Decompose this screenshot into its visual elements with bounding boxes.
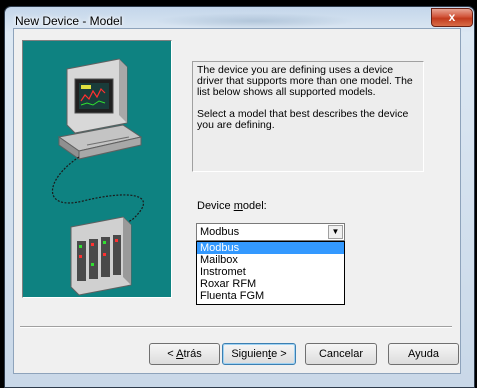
- rack-device-icon: [70, 216, 132, 296]
- button-separator: [20, 326, 452, 328]
- description-box: The device you are defining uses a devic…: [192, 61, 424, 172]
- close-button[interactable]: x: [431, 8, 473, 27]
- dropdown-option-roxar-rfm[interactable]: Roxar RFM: [197, 278, 344, 290]
- next-button[interactable]: Siguiente >: [222, 343, 296, 365]
- close-icon: x: [448, 10, 456, 24]
- description-paragraph-1: The device you are defining uses a devic…: [197, 64, 413, 98]
- dropdown-option-instromet[interactable]: Instromet: [197, 266, 344, 278]
- device-model-combobox[interactable]: Modbus ▼: [196, 223, 345, 241]
- window-title: New Device - Model: [15, 14, 123, 28]
- cancel-button[interactable]: Cancelar: [305, 343, 377, 365]
- chevron-down-icon[interactable]: ▼: [328, 225, 343, 239]
- help-button[interactable]: Ayuda: [388, 343, 459, 365]
- device-model-selected-value: Modbus: [200, 226, 240, 238]
- device-illustration: [22, 40, 172, 298]
- dropdown-option-fluenta-fgm[interactable]: Fluenta FGM: [197, 290, 344, 302]
- description-paragraph-2: Select a model that best describes the d…: [197, 108, 409, 131]
- back-button[interactable]: < Atrás: [149, 343, 220, 365]
- monitor-icon: [66, 58, 128, 134]
- computer-and-device-illustration: [51, 58, 145, 296]
- computer-base-icon: [57, 124, 143, 160]
- device-model-label: Device model:: [197, 200, 267, 212]
- dropdown-option-modbus[interactable]: Modbus: [197, 242, 344, 254]
- device-model-dropdown-list[interactable]: Modbus Mailbox Instromet Roxar RFM Fluen…: [196, 241, 345, 305]
- dropdown-option-mailbox[interactable]: Mailbox: [197, 254, 344, 266]
- title-glow: [155, 13, 355, 29]
